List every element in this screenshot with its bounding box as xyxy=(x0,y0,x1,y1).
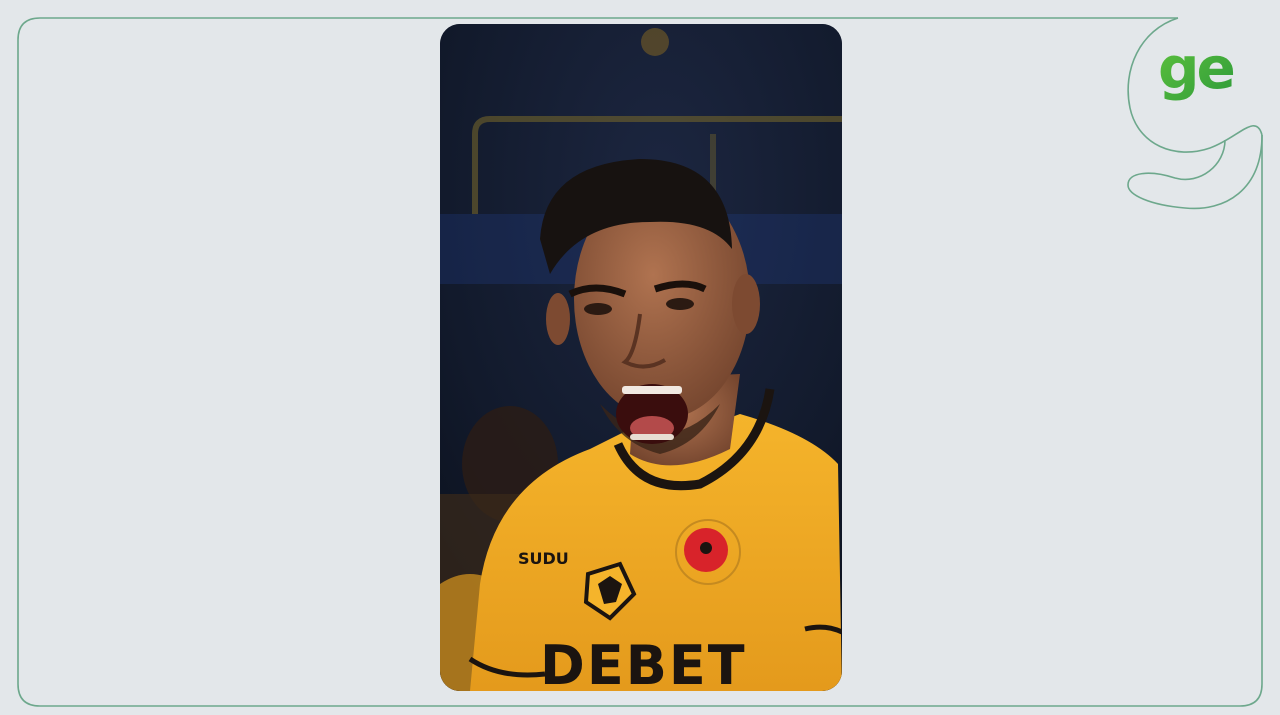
video-frame: ge SUDU DEBET xyxy=(0,0,1280,715)
brand-logo: ge xyxy=(1158,34,1254,118)
sponsor-text: DEBET xyxy=(540,634,747,691)
player-photo: SUDU DEBET xyxy=(440,24,842,691)
ge-logo-icon: ge xyxy=(1158,34,1237,102)
logo-text: ge xyxy=(1158,38,1234,102)
kit-maker-text: SUDU xyxy=(518,549,569,568)
celebrating-player-image: SUDU DEBET xyxy=(440,24,842,691)
